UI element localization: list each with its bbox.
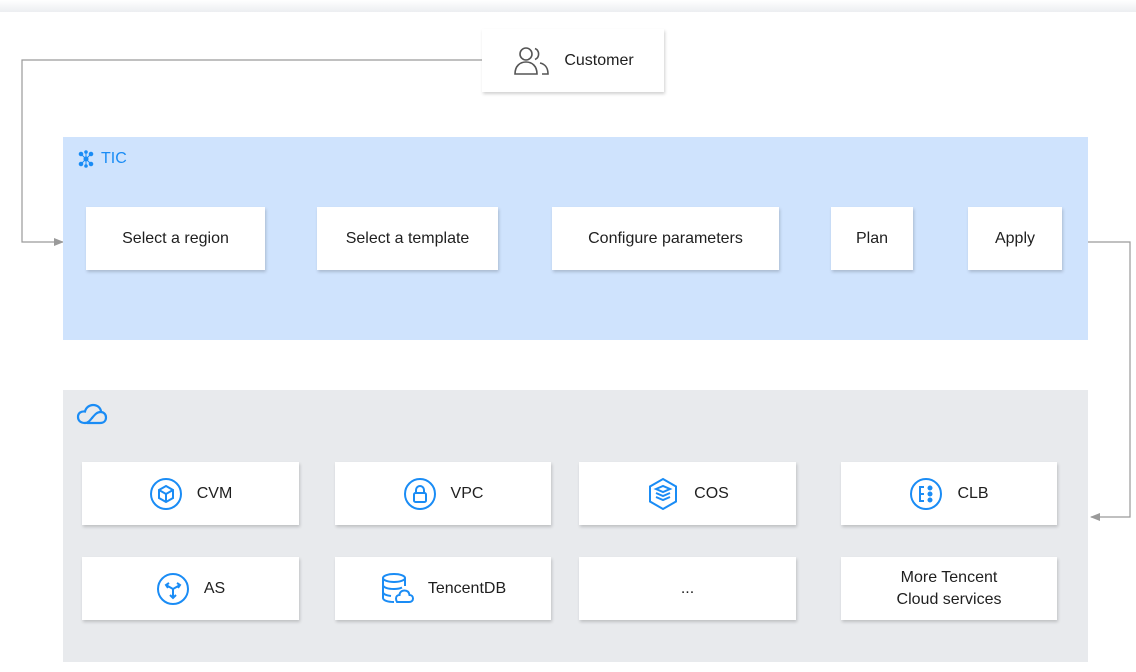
- customer-box: Customer: [482, 29, 664, 92]
- service-label: CLB: [957, 484, 989, 502]
- service-more-ellipsis: ...: [579, 557, 796, 620]
- service-as: AS: [82, 557, 299, 620]
- service-label: AS: [203, 579, 226, 597]
- service-vpc: VPC: [335, 462, 551, 525]
- step-label: Apply: [994, 229, 1036, 247]
- service-label: COS: [694, 484, 729, 502]
- step-label: Configure parameters: [588, 229, 743, 247]
- clb-icon: [909, 477, 943, 511]
- service-label: CVM: [196, 484, 233, 502]
- service-label-line2: Cloud services: [896, 590, 1002, 608]
- service-tencentdb: TencentDB: [335, 557, 551, 620]
- service-clb: CLB: [841, 462, 1057, 525]
- step-select-template: Select a template: [317, 207, 498, 270]
- step-configure-parameters: Configure parameters: [552, 207, 779, 270]
- step-apply: Apply: [968, 207, 1062, 270]
- as-icon: [156, 572, 190, 606]
- cloud-services-panel: [63, 390, 1088, 662]
- apply-to-cloud-arrow: [1087, 241, 1131, 521]
- service-label: ...: [680, 579, 695, 597]
- cvm-icon: [149, 477, 183, 511]
- step-select-region: Select a region: [86, 207, 265, 270]
- tencentdb-icon: [380, 572, 414, 606]
- tic-header: TIC: [77, 150, 127, 168]
- tencent-cloud-icon: [76, 403, 108, 427]
- service-cos: COS: [579, 462, 796, 525]
- users-icon: [512, 44, 552, 78]
- service-cvm: CVM: [82, 462, 299, 525]
- service-more-tencent-cloud: More Tencent Cloud services: [841, 557, 1057, 620]
- tic-network-icon: [77, 150, 95, 168]
- step-label: Select a region: [122, 229, 229, 247]
- service-label-line1: More Tencent: [900, 568, 998, 586]
- service-label: VPC: [450, 484, 484, 502]
- cos-icon: [646, 477, 680, 511]
- step-plan: Plan: [831, 207, 913, 270]
- vpc-icon: [403, 477, 437, 511]
- service-label: TencentDB: [427, 579, 507, 597]
- step-label: Plan: [855, 229, 889, 247]
- customer-label: Customer: [564, 51, 634, 69]
- step-label: Select a template: [345, 229, 470, 247]
- tic-label: TIC: [101, 150, 127, 167]
